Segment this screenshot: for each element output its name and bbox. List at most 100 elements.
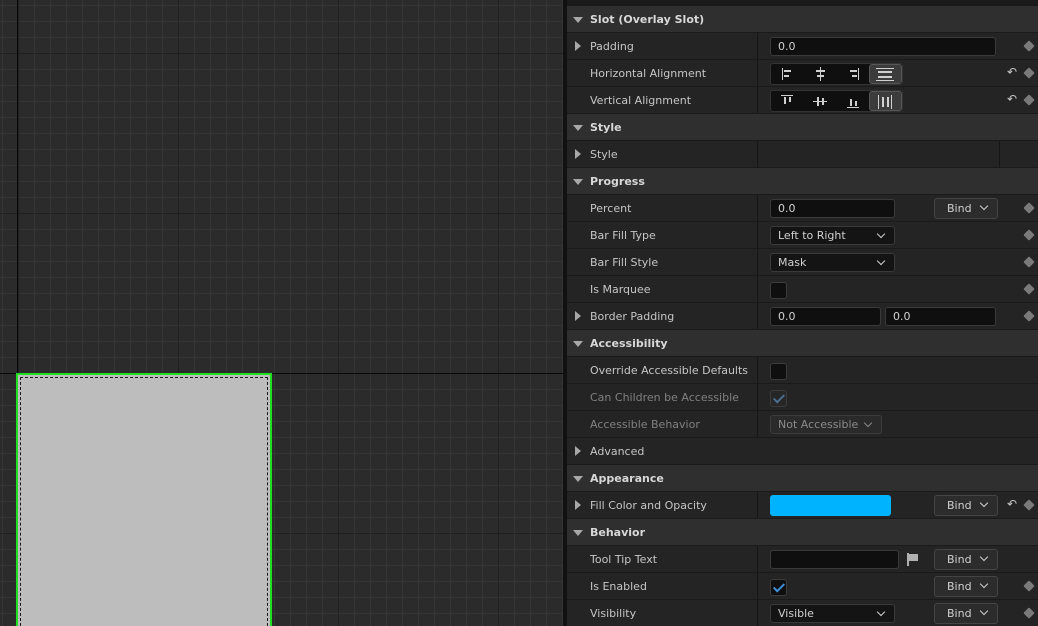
border-padding-value-cell: 0.0 0.0 — [758, 303, 1038, 329]
tooltip-bind-button[interactable]: Bind — [934, 549, 998, 570]
v-align-label: Vertical Alignment — [590, 93, 692, 107]
row-override-accessible-defaults: Override Accessible Defaults — [567, 357, 1038, 384]
collapsed-arrow-icon[interactable] — [575, 500, 581, 510]
designer-viewport[interactable] — [0, 0, 563, 626]
override-label: Override Accessible Defaults — [590, 363, 749, 377]
align-vfill-button[interactable] — [869, 91, 903, 111]
fill-color-name[interactable]: Fill Color and Opacity — [567, 492, 758, 518]
advanced-label: Advanced — [590, 444, 645, 458]
category-style-label: Style — [590, 120, 622, 134]
keyframe-icon[interactable] — [1022, 39, 1036, 53]
category-style[interactable]: Style — [567, 114, 1038, 141]
collapsed-arrow-icon[interactable] — [575, 149, 581, 159]
align-bottom-button[interactable] — [837, 91, 870, 111]
keyframe-icon[interactable] — [1022, 606, 1036, 620]
children-label: Can Children be Accessible — [590, 390, 739, 404]
row-vertical-alignment: Vertical Alignment ↶ — [567, 87, 1038, 114]
reset-to-default-icon[interactable]: ↶ — [1007, 93, 1018, 105]
category-behavior[interactable]: Behavior — [567, 519, 1038, 546]
tooltip-label: Tool Tip Text — [590, 552, 658, 566]
accessible-behavior-value-cell: Not Accessible — [758, 411, 1038, 437]
category-accessibility[interactable]: Accessibility — [567, 330, 1038, 357]
is-marquee-name: Is Marquee — [567, 276, 758, 302]
chevron-down-icon — [979, 201, 989, 211]
bar-fill-type-label: Bar Fill Type — [590, 228, 656, 242]
align-left-button[interactable] — [771, 64, 804, 84]
align-middle-button[interactable] — [804, 91, 837, 111]
category-slot-label: Slot (Overlay Slot) — [590, 12, 705, 26]
border-padding-name[interactable]: Border Padding — [567, 303, 758, 329]
behavior-name: Accessible Behavior — [567, 411, 758, 437]
children-value-cell — [758, 384, 1038, 410]
keyframe-icon[interactable] — [1022, 579, 1036, 593]
row-fill-color: Fill Color and Opacity Bind ↶ — [567, 492, 1038, 519]
align-fill-button[interactable] — [869, 64, 903, 84]
category-appearance-label: Appearance — [590, 471, 664, 485]
keyframe-icon[interactable] — [1022, 228, 1036, 242]
row-advanced[interactable]: Advanced — [567, 438, 1038, 465]
row-style: Style — [567, 141, 1038, 168]
style-name[interactable]: Style — [567, 141, 758, 167]
keyframe-icon[interactable] — [1022, 282, 1036, 296]
border-padding-x-input[interactable]: 0.0 — [770, 307, 881, 326]
category-progress[interactable]: Progress — [567, 168, 1038, 195]
is-enabled-bind-button[interactable]: Bind — [934, 576, 998, 597]
is-enabled-checkbox[interactable] — [770, 579, 787, 596]
keyframe-icon[interactable] — [1022, 255, 1036, 269]
percent-bind-button[interactable]: Bind — [934, 198, 998, 219]
keyframe-icon[interactable] — [1022, 66, 1036, 80]
accessible-behavior-value: Not Accessible — [778, 418, 859, 431]
advanced-name: Advanced — [567, 438, 758, 464]
category-appearance[interactable]: Appearance — [567, 465, 1038, 492]
border-padding-y-input[interactable]: 0.0 — [885, 307, 996, 326]
align-right-button[interactable] — [837, 64, 870, 84]
style-value-cell — [758, 141, 1000, 167]
h-align-name: Horizontal Alignment — [567, 60, 758, 86]
row-percent: Percent 0.0 Bind — [567, 195, 1038, 222]
reset-to-default-icon[interactable]: ↶ — [1007, 66, 1018, 78]
keyframe-icon[interactable] — [1022, 93, 1036, 107]
collapsed-arrow-icon[interactable] — [575, 41, 581, 51]
category-slot[interactable]: Slot (Overlay Slot) — [567, 6, 1038, 33]
bind-label: Bind — [947, 553, 972, 566]
visibility-label: Visibility — [590, 606, 637, 620]
bar-fill-type-name: Bar Fill Type — [567, 222, 758, 248]
padding-input[interactable]: 0.0 — [770, 37, 996, 56]
localization-flag-icon[interactable] — [906, 553, 918, 566]
children-name: Can Children be Accessible — [567, 384, 758, 410]
bar-fill-style-dropdown[interactable]: Mask — [770, 253, 895, 272]
h-align-button-group — [770, 63, 903, 85]
tooltip-input[interactable] — [770, 550, 899, 569]
visibility-value: Visible — [778, 607, 814, 620]
chevron-down-icon — [979, 606, 989, 616]
fill-color-bind-button[interactable]: Bind — [934, 495, 998, 516]
align-center-button[interactable] — [804, 64, 837, 84]
collapsed-arrow-icon[interactable] — [575, 446, 581, 456]
keyframe-icon[interactable] — [1022, 201, 1036, 215]
accessible-behavior-label: Accessible Behavior — [590, 417, 700, 431]
keyframe-icon[interactable] — [1022, 498, 1036, 512]
percent-input[interactable]: 0.0 — [770, 199, 895, 218]
padding-name[interactable]: Padding — [567, 33, 758, 59]
bar-fill-type-dropdown[interactable]: Left to Right — [770, 226, 895, 245]
reset-to-default-icon[interactable]: ↶ — [1007, 498, 1018, 510]
keyframe-icon[interactable] — [1022, 309, 1036, 323]
bar-fill-type-value: Left to Right — [778, 229, 846, 242]
align-top-button[interactable] — [771, 91, 804, 111]
progress-bar-widget[interactable] — [16, 373, 272, 626]
fill-color-swatch[interactable] — [770, 495, 891, 516]
visibility-value-cell: Visible Bind — [758, 600, 1038, 626]
collapsed-arrow-icon[interactable] — [575, 311, 581, 321]
chevron-down-icon — [876, 256, 886, 266]
percent-name: Percent — [567, 195, 758, 221]
bar-fill-style-name: Bar Fill Style — [567, 249, 758, 275]
bind-label: Bind — [947, 202, 972, 215]
bar-fill-type-value-cell: Left to Right — [758, 222, 1038, 248]
visibility-bind-button[interactable]: Bind — [934, 603, 998, 624]
percent-label: Percent — [590, 201, 632, 215]
visibility-dropdown[interactable]: Visible — [770, 604, 895, 623]
override-accessible-checkbox[interactable] — [770, 363, 787, 380]
is-marquee-checkbox[interactable] — [770, 282, 787, 299]
children-accessible-checkbox[interactable] — [770, 390, 787, 407]
accessible-behavior-dropdown[interactable]: Not Accessible — [770, 415, 882, 434]
